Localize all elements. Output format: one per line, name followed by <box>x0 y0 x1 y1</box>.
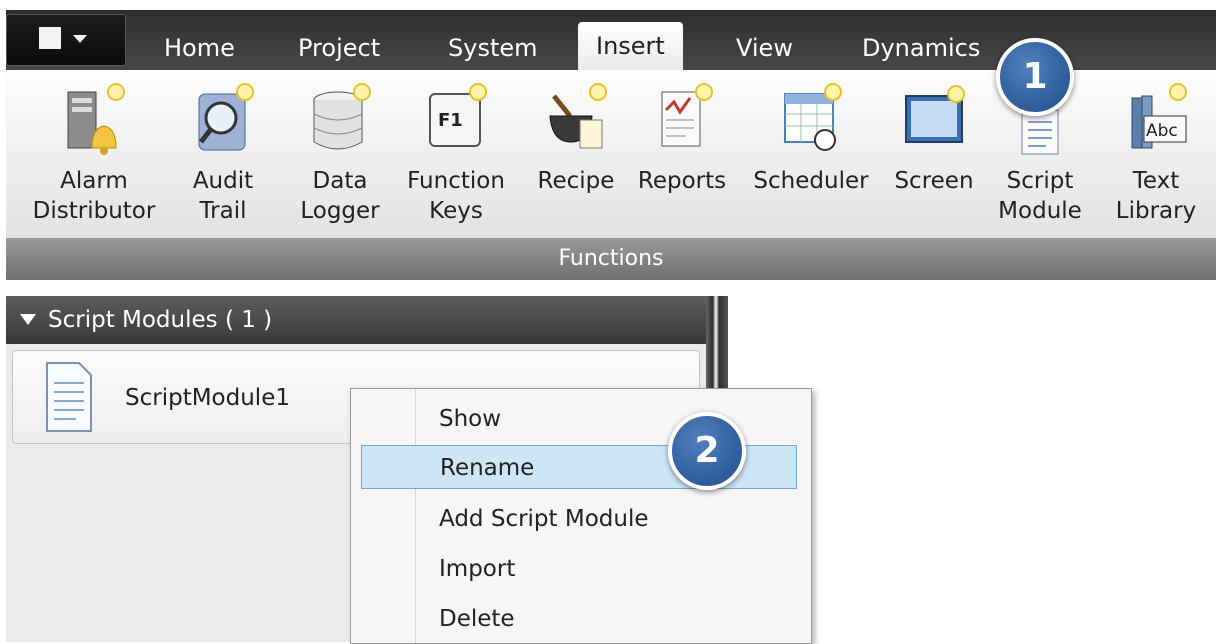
ribbon-group-label: Functions <box>6 238 1216 280</box>
tab-view[interactable]: View <box>718 30 811 70</box>
alarm-distributor-button[interactable]: Alarm Distributor <box>20 76 168 236</box>
menu-item-delete[interactable]: Delete <box>361 597 797 641</box>
audit-trail-button[interactable]: Audit Trail <box>182 76 264 236</box>
function-keys-label: Function Keys <box>407 168 505 224</box>
menu-item-label: Delete <box>439 606 515 632</box>
application-menu-button[interactable] <box>6 14 126 66</box>
svg-text:F1: F1 <box>438 110 463 131</box>
tab-project[interactable]: Project <box>280 30 398 70</box>
screen-button[interactable]: Screen <box>884 76 984 236</box>
document-icon <box>46 362 92 432</box>
list-item-label: ScriptModule1 <box>125 385 290 411</box>
alarm-distributor-label: Alarm Distributor <box>32 168 156 224</box>
text-library-button[interactable]: Abc Text Library <box>1104 76 1208 236</box>
reports-label: Reports <box>637 168 727 194</box>
context-menu: Show Rename Add Script Module Import Del… <box>350 388 812 644</box>
step-2-badge: 2 <box>668 412 746 490</box>
menu-item-label: Import <box>439 556 516 582</box>
menu-item-label: Show <box>439 406 502 432</box>
tab-insert[interactable]: Insert <box>578 22 683 70</box>
screen-icon <box>905 85 965 143</box>
script-modules-header[interactable]: Script Modules ( 1 ) <box>6 296 706 344</box>
data-logger-icon <box>313 83 371 150</box>
chevron-down-icon <box>73 35 87 43</box>
scheduler-icon <box>784 83 842 151</box>
menu-item-import[interactable]: Import <box>361 547 797 591</box>
menu-item-label: Rename <box>440 455 535 481</box>
menu-item-label: Add Script Module <box>439 506 649 532</box>
script-module-label: Script Module <box>998 168 1082 224</box>
data-logger-button[interactable]: Data Logger <box>288 76 392 236</box>
collapse-triangle-icon <box>20 314 36 325</box>
audit-trail-icon <box>198 83 254 151</box>
alarm-distributor-icon <box>67 83 125 155</box>
audit-trail-label: Audit Trail <box>192 168 254 224</box>
recipe-label: Recipe <box>537 168 615 194</box>
screen-label: Screen <box>894 168 974 194</box>
recipe-button[interactable]: Recipe <box>530 76 622 236</box>
scheduler-label: Scheduler <box>753 168 869 194</box>
tab-dynamics[interactable]: Dynamics <box>844 30 998 70</box>
text-library-label: Text Library <box>1115 168 1197 224</box>
reports-button[interactable]: Reports <box>630 76 734 236</box>
svg-text:Abc: Abc <box>1146 121 1178 141</box>
tab-home[interactable]: Home <box>146 30 253 70</box>
reports-icon <box>661 83 713 147</box>
menu-item-add-script-module[interactable]: Add Script Module <box>361 497 797 541</box>
tab-system[interactable]: System <box>430 30 556 70</box>
document-icon <box>39 27 61 49</box>
step-1-badge: 1 <box>996 38 1074 116</box>
function-keys-button[interactable]: F1 Function Keys <box>394 76 518 236</box>
text-library-icon: Abc <box>1131 83 1187 149</box>
recipe-icon <box>549 83 607 149</box>
data-logger-label: Data Logger <box>300 168 380 224</box>
scheduler-button[interactable]: Scheduler <box>744 76 878 236</box>
function-keys-icon: F1 <box>429 83 487 147</box>
panel-title: Script Modules ( 1 ) <box>48 307 273 333</box>
